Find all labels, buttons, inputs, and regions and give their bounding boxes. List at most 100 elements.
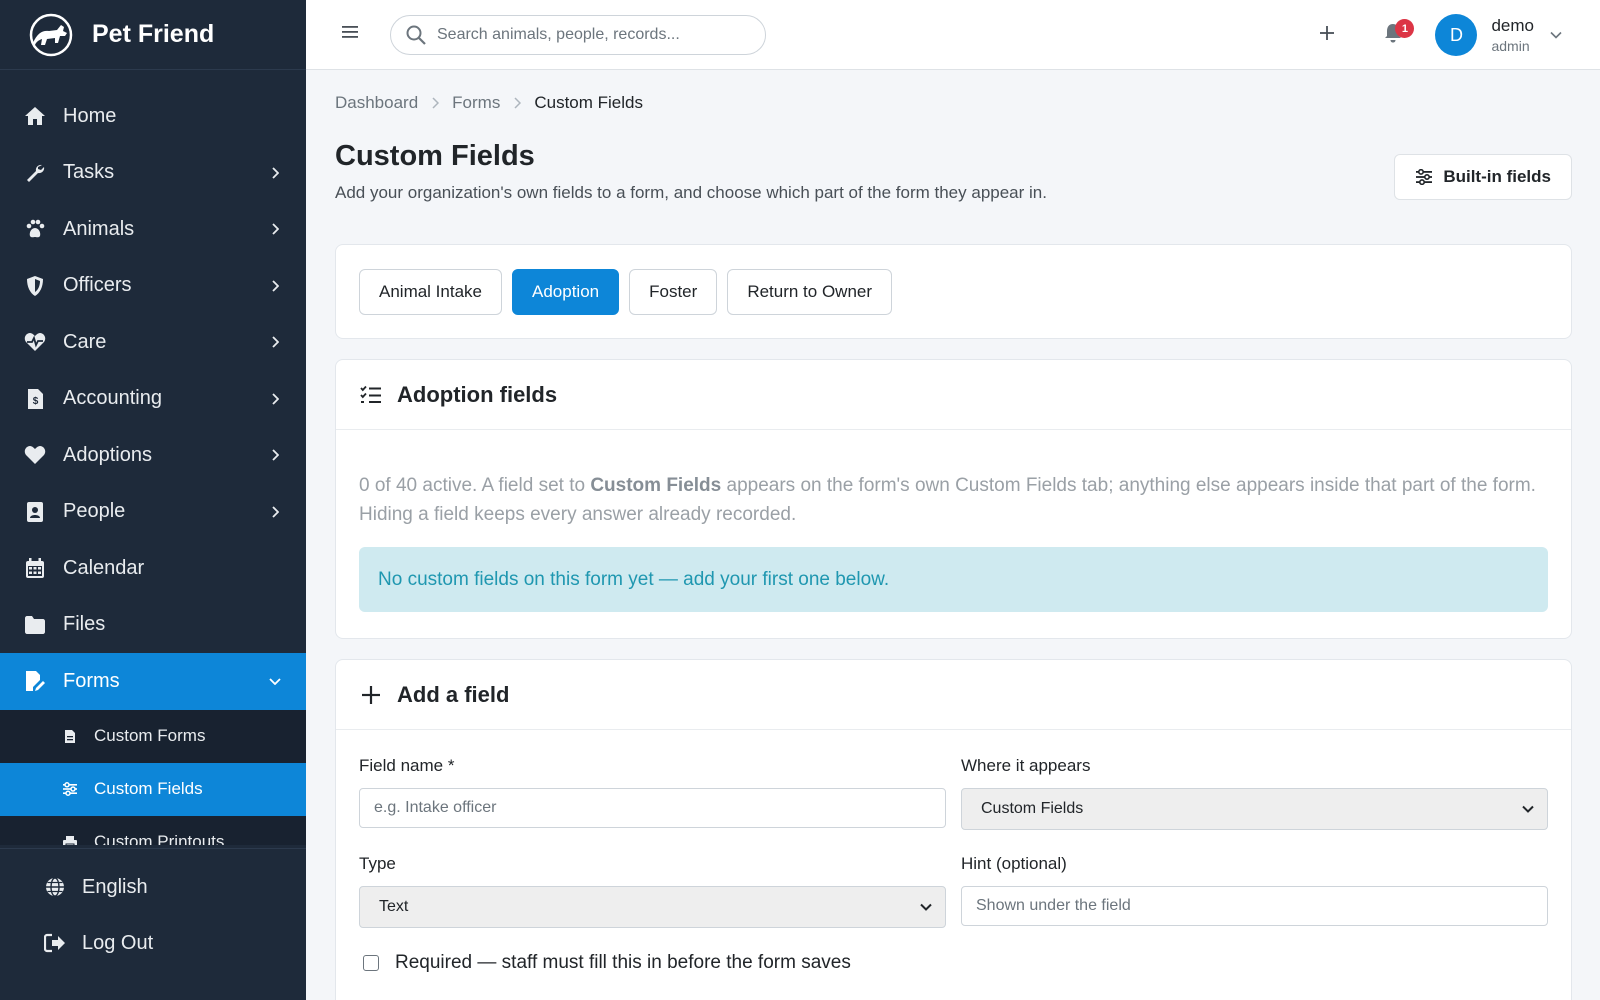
form-tabs: Animal Intake Adoption Foster Return to … [335,244,1572,339]
built-in-fields-button[interactable]: Built-in fields [1394,154,1572,200]
type-select[interactable]: Text [359,886,946,928]
forms-submenu: Custom Forms Custom Fields Custom Printo… [0,709,306,845]
fields-description: 0 of 40 active. A field set to Custom Fi… [359,471,1548,529]
type-group: Type Text [359,854,946,928]
notifications-button[interactable]: 1 [1373,15,1415,55]
contact-card-icon [24,501,46,523]
tab-animal-intake[interactable]: Animal Intake [359,268,502,315]
tab-return-to-owner[interactable]: Return to Owner [727,268,893,315]
form-edit-icon [24,670,46,692]
chevron-right-icon [268,505,282,519]
home-icon [24,105,46,127]
hamburger-icon [342,25,358,44]
sidebar-subitem-label: Custom Forms [94,726,206,745]
tab-adoption[interactable]: Adoption [512,268,620,315]
language-label: English [82,875,148,898]
printer-icon [62,834,78,845]
card-body: Field name * Where it appears Custom Fie… [336,730,1571,974]
breadcrumb-link-forms[interactable]: Forms [452,93,500,113]
sidebar-nav: Home Tasks Animals Officers Care $ Accou… [0,70,306,845]
plus-icon [359,683,383,707]
logout-label: Log Out [82,931,154,954]
breadcrumb-link-dashboard[interactable]: Dashboard [335,93,418,113]
search-input[interactable] [437,25,737,44]
fields-description-emphasis: Custom Fields [590,475,722,496]
fields-description-text: 0 of 40 active. A field set to [359,475,591,496]
field-name-input[interactable] [359,788,946,828]
sidebar-item-label: Care [63,330,107,353]
dog-logo-icon [26,13,76,57]
quick-add-button[interactable] [1307,15,1347,55]
global-search[interactable] [390,14,766,55]
placement-selected-value: Custom Fields [981,800,1084,817]
menu-toggle-button[interactable] [330,15,370,55]
sidebar-item-label: Files [63,613,106,636]
type-selected-value: Text [379,898,409,915]
paw-icon [24,218,46,240]
sidebar-item-animals[interactable]: Animals [0,201,306,258]
sidebar-item-files[interactable]: Files [0,597,306,654]
sidebar-item-forms[interactable]: Forms [0,653,306,710]
sidebar-subitem-custom-forms[interactable]: Custom Forms [0,710,306,763]
sidebar-item-people[interactable]: People [0,484,306,541]
placement-select[interactable]: Custom Fields [961,788,1548,830]
sidebar-item-tasks[interactable]: Tasks [0,145,306,202]
sidebar: Pet Friend Home Tasks Animals Officers C… [0,0,306,1000]
sidebar-item-label: Tasks [63,161,115,184]
file-icon [62,728,78,744]
search-icon [405,24,427,46]
heart-icon [24,444,46,466]
user-menu[interactable]: D demo admin [1435,14,1564,56]
add-field-card: Add a field Field name * Where it appear… [335,659,1572,1000]
built-in-fields-label: Built-in fields [1443,167,1551,186]
calendar-icon [24,557,46,579]
language-selector[interactable]: English [0,859,306,915]
sidebar-footer: English Log Out [0,848,306,971]
topbar-actions: 1 D demo admin [1307,0,1600,70]
sidebar-item-calendar[interactable]: Calendar [0,540,306,597]
form-row: Field name * Where it appears Custom Fie… [359,756,1548,830]
sidebar-item-label: Adoptions [63,443,152,466]
sidebar-item-adoptions[interactable]: Adoptions [0,427,306,484]
sidebar-item-officers[interactable]: Officers [0,258,306,315]
chevron-right-icon [268,392,282,406]
sidebar-item-accounting[interactable]: $ Accounting [0,371,306,428]
required-label[interactable]: Required — staff must fill this in befor… [395,952,851,974]
user-info: demo admin [1491,15,1534,56]
sidebar-item-home[interactable]: Home [0,88,306,145]
chevron-down-icon [268,674,282,688]
chevron-right-icon [268,335,282,349]
adoption-fields-card: Adoption fields 0 of 40 active. A field … [335,359,1572,639]
chevron-down-icon [919,900,933,914]
card-title: Add a field [397,681,510,707]
chevron-right-icon [268,279,282,293]
heart-pulse-icon [24,331,46,353]
hint-input[interactable] [961,886,1548,926]
placement-group: Where it appears Custom Fields [961,756,1548,830]
sidebar-subitem-label: Custom Printouts [94,832,225,845]
empty-state-alert: No custom fields on this form yet — add … [359,547,1548,612]
sliders-icon [1415,168,1433,186]
brand[interactable]: Pet Friend [0,0,306,70]
chevron-right-icon [268,222,282,236]
sidebar-item-label: People [63,500,126,523]
globe-icon [44,876,66,898]
placement-label: Where it appears [961,756,1091,775]
logout-link[interactable]: Log Out [0,915,306,971]
sidebar-item-care[interactable]: Care [0,314,306,371]
logout-icon [44,932,66,954]
card-header: Adoption fields [336,360,1571,430]
sidebar-item-label: Animals [63,217,135,240]
user-role: admin [1491,37,1530,54]
chevron-right-icon [268,166,282,180]
tab-foster[interactable]: Foster [629,268,718,315]
user-name: demo [1491,15,1534,35]
avatar: D [1435,14,1478,56]
required-checkbox[interactable] [363,955,379,971]
chevron-right-icon [268,448,282,462]
folder-icon [24,614,46,636]
sidebar-subitem-custom-printouts[interactable]: Custom Printouts [0,816,306,845]
page-subtitle: Add your organization's own fields to a … [335,183,1047,202]
sidebar-subitem-custom-fields[interactable]: Custom Fields [0,762,306,816]
page-title: Custom Fields [335,140,535,172]
